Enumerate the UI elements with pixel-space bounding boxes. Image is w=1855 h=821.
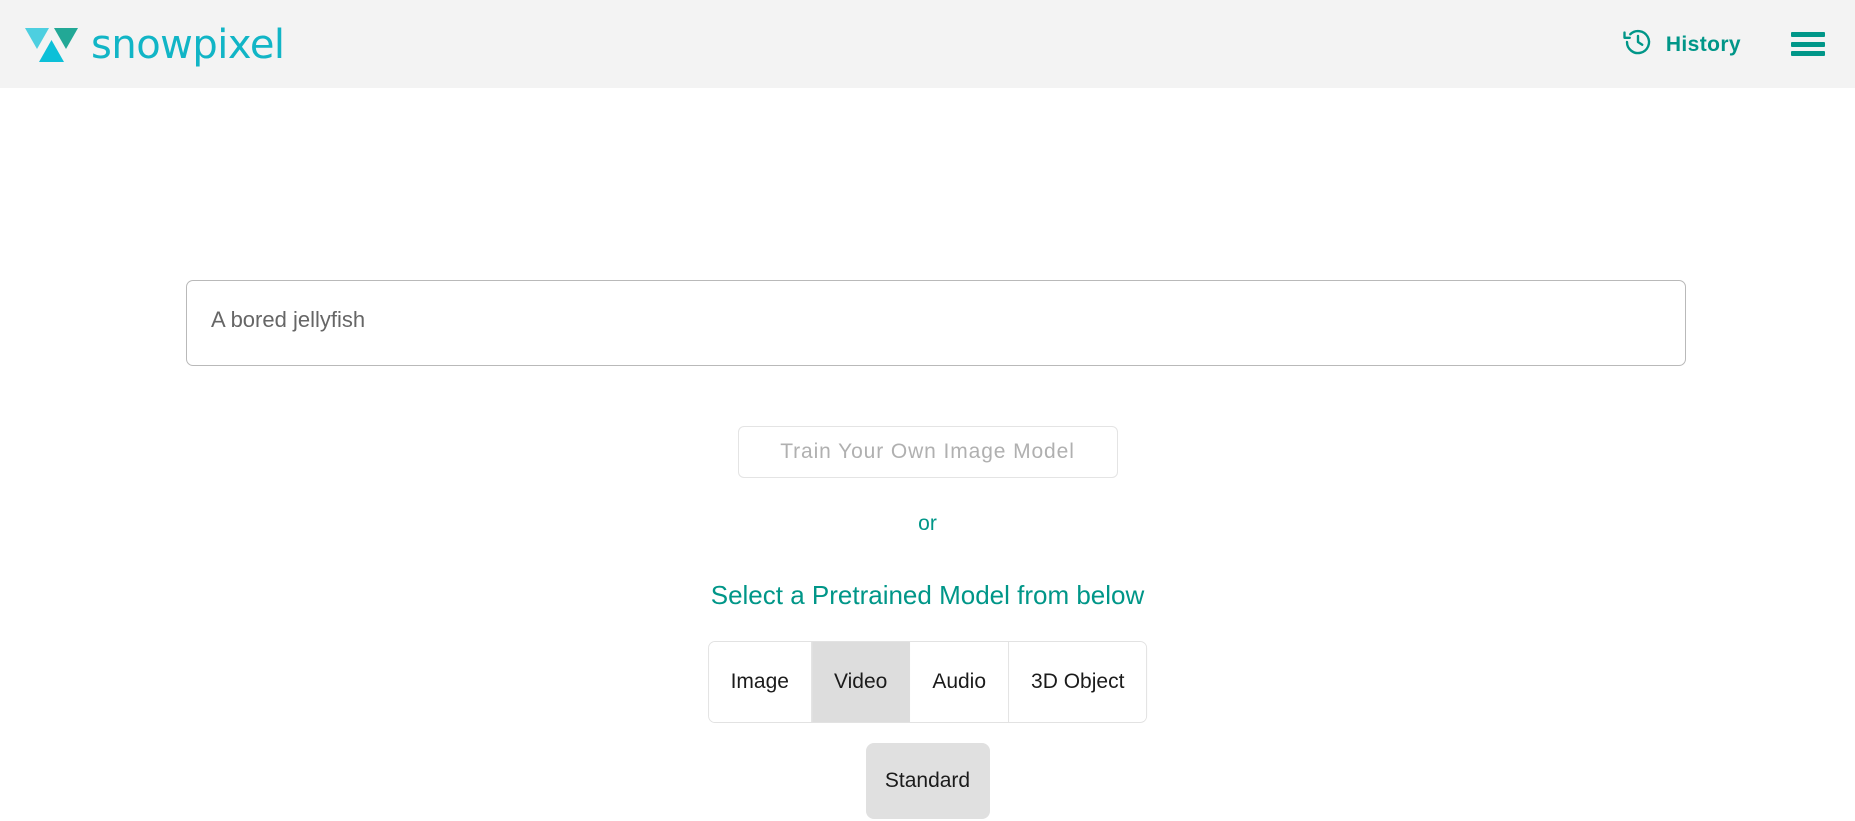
snowpixel-triangles-logo-icon <box>24 23 82 67</box>
hamburger-bar-bottom <box>1791 51 1825 56</box>
train-your-own-image-model-button[interactable]: Train Your Own Image Model <box>737 426 1118 478</box>
prompt-input-wrapper <box>186 280 1686 366</box>
tab-3d-object[interactable]: 3D Object <box>1009 642 1147 722</box>
app-header: snowpixel History <box>0 0 1855 88</box>
brand-name: snowpixel <box>91 22 285 68</box>
header-actions: History <box>1615 21 1829 68</box>
hamburger-bar-middle <box>1791 41 1825 47</box>
model-type-tab-group: Image Video Audio 3D Object <box>707 641 1148 723</box>
hamburger-menu-icon[interactable] <box>1791 32 1825 56</box>
or-separator-label: or <box>918 512 937 535</box>
select-pretrained-model-heading: Select a Pretrained Model from below <box>710 580 1145 610</box>
main-content: Train Your Own Image Model or Select a P… <box>0 88 1855 821</box>
tab-image[interactable]: Image <box>708 642 812 722</box>
history-clock-icon <box>1623 27 1653 62</box>
quality-standard-button[interactable]: Standard <box>865 743 990 819</box>
prompt-input[interactable] <box>186 280 1686 366</box>
hamburger-bar-top <box>1791 32 1825 37</box>
brand-logo[interactable]: snowpixel <box>24 0 285 88</box>
history-label: History <box>1665 32 1741 56</box>
tab-video[interactable]: Video <box>811 642 911 722</box>
history-button[interactable]: History <box>1615 21 1749 68</box>
tab-audio[interactable]: Audio <box>910 642 1010 722</box>
